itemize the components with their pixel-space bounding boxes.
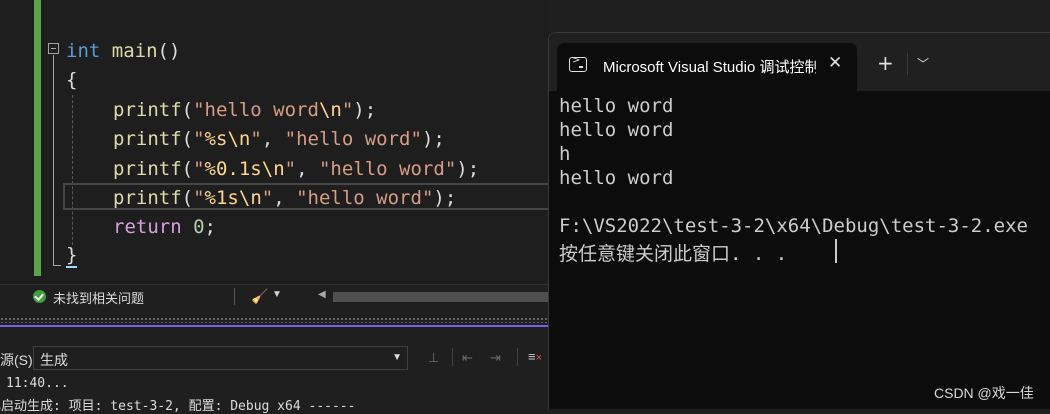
fold-guide-end [53, 265, 61, 266]
code-token: ( [181, 187, 194, 209]
console-output-line-1: hello word [559, 95, 674, 117]
next-message-icon[interactable]: ⇥ [490, 350, 501, 366]
output-source-select[interactable]: 生成 ▼ [33, 346, 408, 370]
code-token: () [157, 40, 181, 62]
issues-status-text[interactable]: 未找到相关问题 [53, 288, 144, 307]
code-token: int [66, 40, 101, 62]
code-token: } [66, 244, 78, 266]
code-line-5[interactable]: printf("%0.1s\n", "hello word"); [113, 157, 479, 181]
code-token: " [193, 128, 205, 150]
code-token: printf [113, 128, 182, 150]
debug-console-window[interactable]: Microsoft Visual Studio 调试控制台 ✕ + ﹀ hell… [548, 32, 1050, 409]
code-token: \n [238, 187, 262, 209]
code-token: ); [456, 158, 480, 180]
code-line-8[interactable]: } [66, 243, 77, 267]
status-divider [234, 288, 235, 305]
code-line-2[interactable]: { [66, 68, 77, 92]
code-token: ; [204, 216, 216, 238]
plus-icon[interactable]: + [877, 51, 894, 75]
chevron-down-icon: ▼ [392, 352, 402, 363]
code-token: " [284, 158, 297, 180]
code-token: main [111, 40, 158, 62]
code-token: %0.1s [204, 158, 262, 180]
code-token: " [261, 187, 274, 209]
code-line-7[interactable]: return 0; [113, 215, 216, 239]
code-token: "hello word" [284, 128, 422, 150]
titlebar-divider [907, 53, 908, 75]
code-token: printf [113, 99, 182, 121]
code-token: , [261, 128, 285, 150]
code-editor[interactable]: int main() { printf("hello word\n"); pri… [0, 0, 548, 284]
code-token: ); [421, 128, 445, 150]
toolbar-separator [452, 348, 453, 366]
watermark-text: CSDN @戏一佳 [934, 385, 1034, 401]
code-token: ( [181, 128, 194, 150]
broom-icon[interactable]: 🧹 [251, 288, 268, 305]
code-token: ( [181, 158, 194, 180]
code-token: printf [113, 187, 182, 209]
output-source-value: 生成 [40, 352, 68, 368]
console-output-line-7: 按任意键关闭此窗口. . . [559, 243, 788, 265]
code-line-4[interactable]: printf("%s\n", "hello word"); [113, 127, 445, 151]
clear-all-icon[interactable]: ≡× [528, 349, 542, 364]
editor-status-bar: 未找到相关问题 🧹 ▼ ◀ [0, 284, 548, 308]
console-tab-title: Microsoft Visual Studio 调试控制台 [603, 59, 816, 76]
code-token: \n [227, 128, 251, 150]
code-token: %s [204, 128, 228, 150]
code-token: "hello word" [318, 158, 457, 180]
find-message-icon[interactable]: ⊥ [428, 350, 439, 366]
editor-margin [0, 0, 30, 284]
code-line-1[interactable]: int main() [66, 39, 180, 63]
code-token: " [193, 158, 205, 180]
terminal-icon [569, 55, 587, 72]
chevron-down-icon[interactable]: ▼ [272, 289, 282, 300]
close-icon[interactable]: ✕ [828, 53, 842, 73]
console-output-line-3: h [559, 143, 571, 165]
check-circle-icon [33, 290, 46, 303]
horizontal-scrollbar-thumb[interactable] [333, 292, 548, 302]
code-token: " [250, 128, 262, 150]
code-token: { [66, 69, 78, 91]
active-pane-accent [0, 325, 548, 327]
source-label: 来源(S): [0, 352, 37, 368]
code-token: return [113, 216, 182, 238]
code-token: ( [181, 99, 194, 121]
output-pane: 来源(S): 生成 ▼ ⊥ ⇤ ⇥ ≡× 11:40... 已启动生成: 项目:… [0, 308, 548, 414]
code-token: , [273, 187, 297, 209]
output-log-line-1: 11:40... [6, 376, 69, 391]
code-token: %1s [204, 187, 239, 209]
code-line-3[interactable]: printf("hello word\n"); [113, 98, 376, 122]
previous-message-icon[interactable]: ⇤ [462, 350, 473, 366]
chevron-down-icon[interactable]: ﹀ [917, 55, 929, 72]
code-token: ); [353, 99, 377, 121]
console-output-line-4: hello word [559, 167, 674, 189]
scroll-left-arrow-icon[interactable]: ◀ [318, 289, 326, 300]
console-output-line-2: hello word [559, 119, 674, 141]
code-token: " [341, 99, 354, 121]
code-token: " [193, 187, 205, 209]
code-token: "hello word" [296, 187, 434, 209]
collapse-icon[interactable] [48, 43, 59, 54]
indent-guide [72, 95, 73, 245]
code-token: , [296, 158, 319, 180]
console-output-line-6: F:\VS2022\test-3-2\x64\Debug\test-3-2.ex… [559, 215, 1028, 237]
code-token: ); [433, 187, 457, 209]
code-token: "hello word [193, 99, 319, 121]
toolbar-separator [517, 348, 518, 366]
text-caret [66, 266, 77, 268]
console-titlebar[interactable]: Microsoft Visual Studio 调试控制台 ✕ + ﹀ [549, 33, 1050, 91]
code-token: \n [318, 99, 342, 121]
console-cursor [835, 239, 837, 263]
fold-guide-line [53, 55, 54, 266]
pane-grip[interactable] [0, 317, 548, 323]
code-token: printf [113, 158, 182, 180]
output-log-line-2: 已启动生成: 项目: test-3-2, 配置: Debug x64 -----… [0, 399, 356, 414]
console-tab[interactable]: Microsoft Visual Studio 调试控制台 ✕ [557, 43, 857, 91]
code-token: 0 [193, 216, 205, 238]
code-line-6[interactable]: printf("%1s\n", "hello word"); [113, 186, 456, 210]
change-tracking-bar [34, 0, 41, 276]
code-token: \n [261, 158, 285, 180]
